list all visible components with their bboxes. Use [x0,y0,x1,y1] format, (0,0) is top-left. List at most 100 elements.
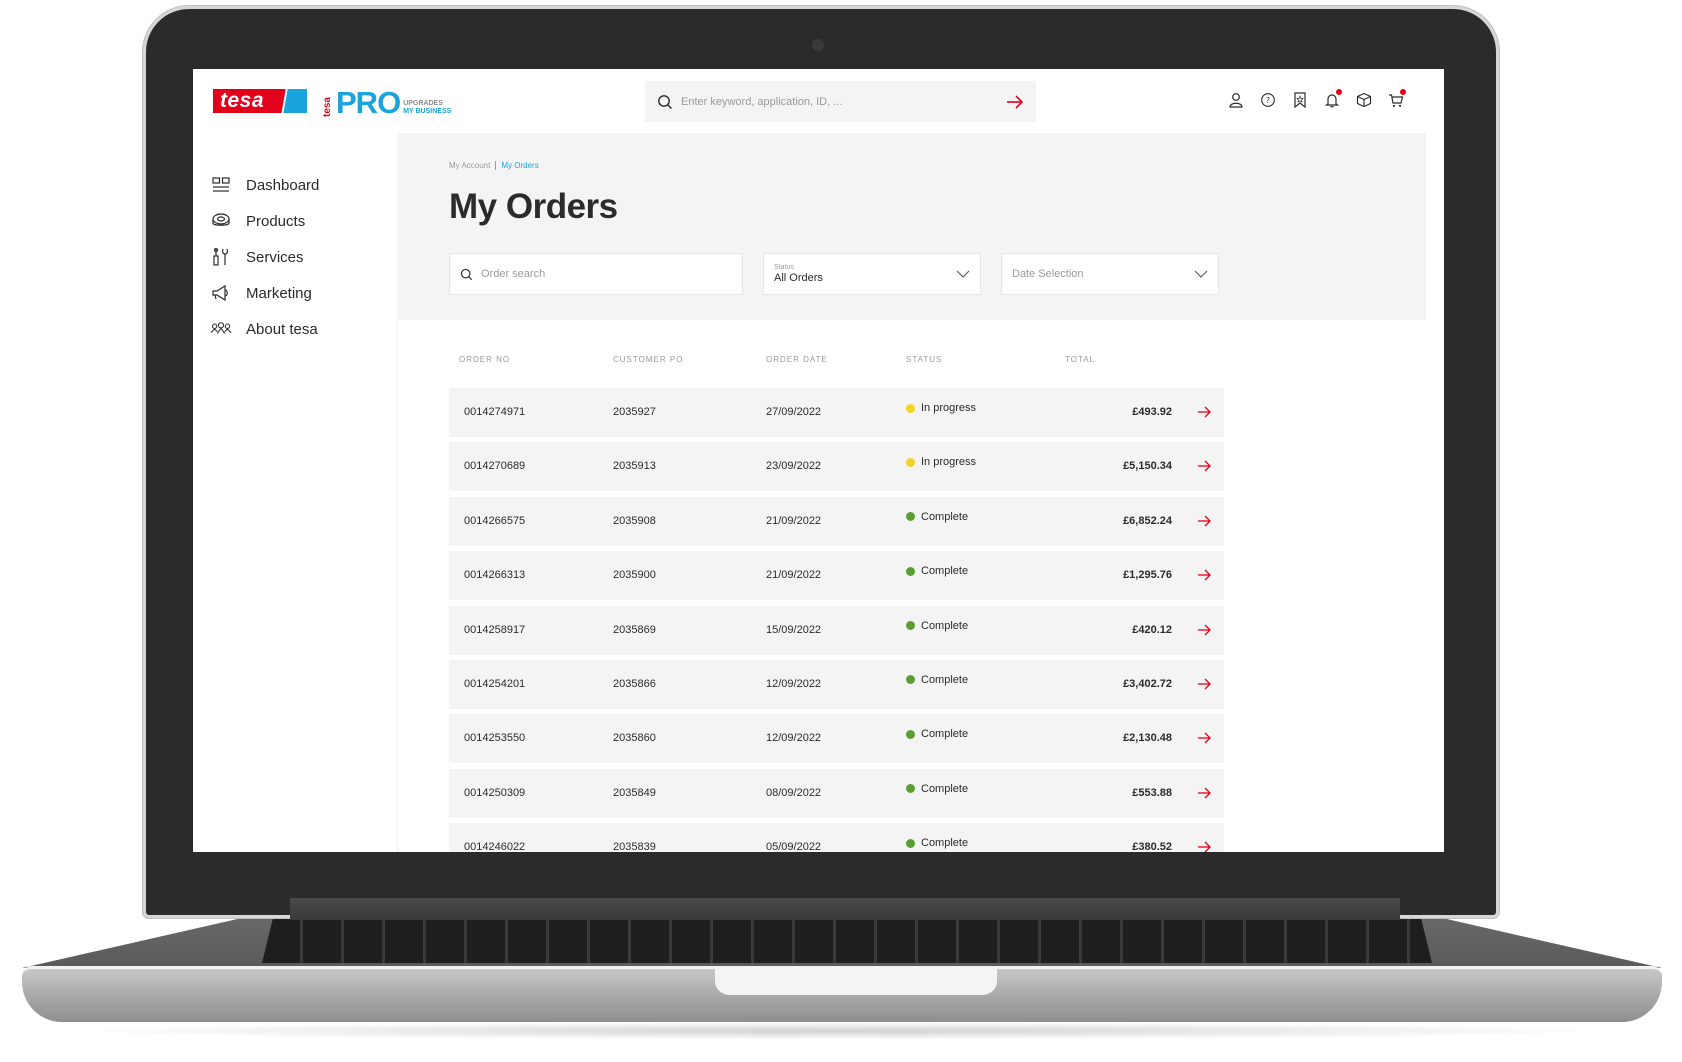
status-text: In progress [921,402,977,414]
order-search-input[interactable] [481,268,732,280]
order-status: Complete [906,511,968,523]
order-status: Complete [906,674,968,686]
arrow-right-icon[interactable] [1196,730,1212,746]
arrow-right-icon[interactable] [1196,404,1212,420]
tesa-pro-logo[interactable]: tesa PRO UPGRADES MY BUSINESS [322,85,452,120]
global-search [645,81,1036,122]
sidebar-item-services[interactable]: Services [210,239,390,275]
breadcrumb-separator [495,161,497,170]
breadcrumb-my-account[interactable]: My Account [449,161,490,170]
tagline-line-2: MY BUSINESS [403,108,452,115]
order-row[interactable]: 0014253550 2035860 12/09/2022 Complete £… [449,714,1224,764]
order-number: 0014266313 [464,569,526,582]
column-header-order-no[interactable]: ORDER NO [459,355,510,364]
order-number: 0014270689 [464,460,526,473]
status-dot-icon [906,784,915,794]
tesa-logo[interactable]: tesa [213,89,307,113]
arrow-right-icon[interactable] [1196,839,1212,852]
order-date: 21/09/2022 [766,569,822,582]
order-row[interactable]: 0014270689 2035913 23/09/2022 In progres… [449,442,1224,492]
tagline-line-1: UPGRADES [403,100,443,107]
orders-table-header: ORDER NO CUSTOMER PO ORDER DATE STATUS T… [449,355,1224,371]
status-text: Complete [921,510,969,523]
search-submit-arrow-icon[interactable] [1006,94,1024,109]
tools-icon [210,246,232,268]
date-selection-dropdown[interactable]: Date Selection [1001,253,1219,295]
order-row[interactable]: 0014258917 2035869 15/09/2022 Complete £… [449,605,1224,655]
order-date: 23/09/2022 [766,460,822,473]
arrow-right-icon[interactable] [1196,458,1212,474]
order-total: £420.12 [1132,623,1172,636]
sidebar-item-about-tesa[interactable]: About tesa [210,311,390,347]
column-header-customer-po[interactable]: CUSTOMER PO [613,355,683,364]
breadcrumb-my-orders[interactable]: My Orders [501,161,538,170]
arrow-right-icon[interactable] [1196,567,1212,583]
cart-icon[interactable] [1387,89,1406,109]
sidebar-item-label: Products [246,212,306,230]
order-row[interactable]: 0014254201 2035866 12/09/2022 Complete £… [449,659,1224,709]
order-total: £1,295.76 [1123,569,1172,582]
dashboard-icon [210,174,232,196]
customer-po: 2035927 [613,406,656,418]
sidebar-item-label: Services [246,248,304,266]
global-search-input[interactable] [681,95,1006,108]
status-dot-icon [906,457,915,467]
order-number: 0014246022 [464,841,526,852]
order-search-field [449,253,743,295]
status-dot-icon [906,403,915,413]
laptop-keyboard [262,915,1432,963]
column-header-order-date[interactable]: ORDER DATE [766,355,828,364]
help-icon[interactable]: ? [1259,91,1277,109]
people-icon [210,318,232,340]
order-date: 05/09/2022 [766,841,822,852]
status-text: In progress [921,456,977,469]
order-row[interactable]: 0014266575 2035908 21/09/2022 Complete £… [449,496,1224,546]
customer-po: 2035849 [613,786,656,799]
arrow-right-icon[interactable] [1196,513,1212,529]
order-date: 12/09/2022 [766,677,822,690]
sidebar-item-label: About tesa [246,320,318,338]
customer-po: 2035860 [613,732,656,745]
package-icon[interactable] [1355,91,1373,109]
column-header-total[interactable]: TOTAL [1065,355,1095,364]
order-total: £493.92 [1132,406,1172,418]
page-title: My Orders [449,187,618,226]
order-date: 27/09/2022 [766,406,822,418]
cart-badge [1400,89,1406,95]
order-status: Complete [906,837,968,849]
bell-icon[interactable] [1323,89,1342,109]
search-icon [460,268,473,281]
bookmark-icon[interactable] [1291,91,1309,109]
arrow-right-icon[interactable] [1196,785,1212,801]
order-status: Complete [906,783,968,795]
sidebar-item-dashboard[interactable]: Dashboard [210,167,390,203]
order-total: £380.52 [1132,841,1172,852]
pro-text: PRO [336,85,401,120]
status-dropdown[interactable]: Status All Orders [763,253,981,295]
order-row[interactable]: 0014246022 2035839 05/09/2022 Complete £… [449,823,1224,852]
order-row[interactable]: 0014274971 2035927 27/09/2022 In progres… [449,388,1224,437]
chevron-down-icon [1194,269,1208,279]
status-dot-icon [906,675,915,685]
user-icon[interactable] [1227,91,1245,109]
status-text: Complete [921,619,969,632]
sidebar-item-marketing[interactable]: Marketing [210,275,390,311]
status-dot-icon [906,838,915,848]
customer-po: 2035913 [613,460,656,473]
arrow-right-icon[interactable] [1196,676,1212,692]
customer-po: 2035869 [613,623,656,636]
order-row[interactable]: 0014266313 2035900 21/09/2022 Complete £… [449,551,1224,601]
status-text: Complete [921,728,969,741]
status-text: Complete [921,837,969,850]
sidebar-nav: Dashboard Products Services Marketing Ab… [210,167,390,347]
sidebar-item-products[interactable]: Products [210,203,390,239]
column-header-status[interactable]: STATUS [906,355,942,364]
order-number: 0014250309 [464,786,526,799]
laptop-notch [715,967,997,995]
order-status: Complete [906,728,968,740]
laptop-hinge [290,898,1400,920]
order-row[interactable]: 0014250309 2035849 08/09/2022 Complete £… [449,768,1224,818]
sidebar-divider [397,320,398,852]
arrow-right-icon[interactable] [1196,622,1212,638]
tape-roll-icon [210,210,232,232]
